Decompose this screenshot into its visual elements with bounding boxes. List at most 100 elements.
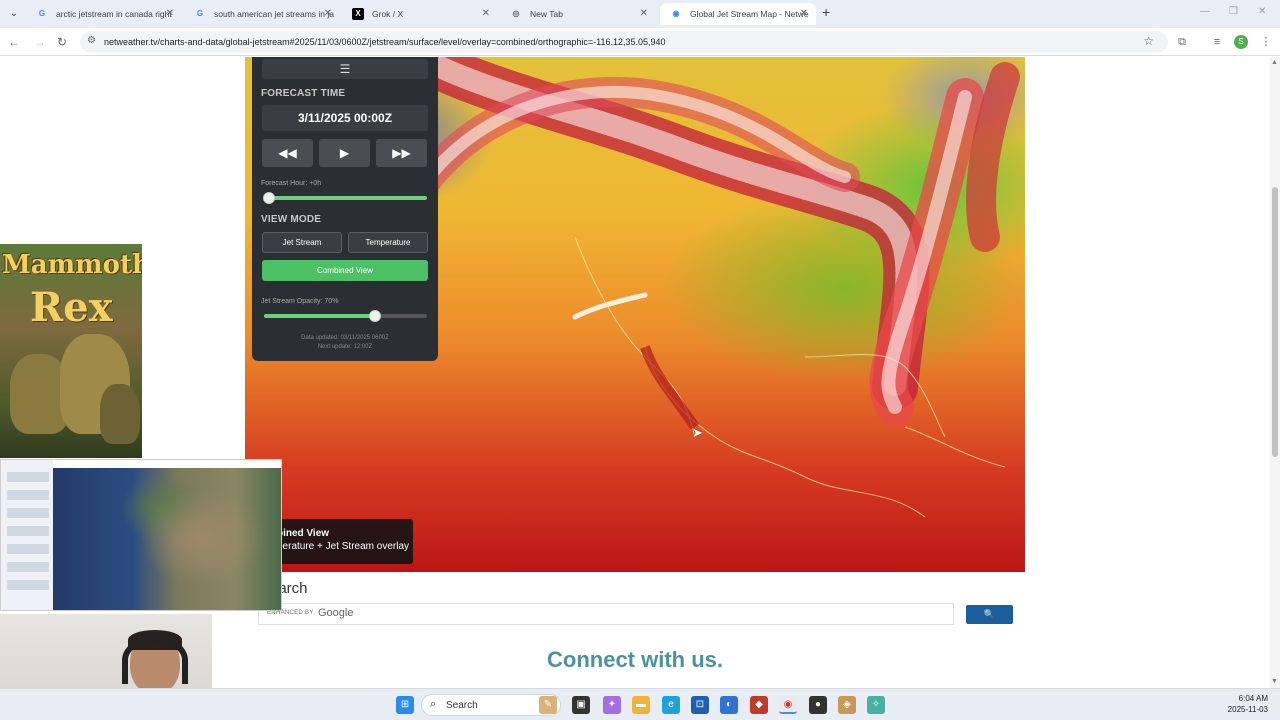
legend-subtitle: perature + Jet Stream overlay bbox=[277, 541, 410, 552]
copilot-icon[interactable]: ✦ bbox=[603, 696, 621, 714]
tab-south-american-jet-streams[interactable]: G south american jet streams in ja ✕ bbox=[184, 3, 340, 25]
x-favicon-icon: X bbox=[352, 8, 364, 20]
opacity-slider[interactable] bbox=[264, 314, 378, 318]
data-updated-text: Data updated: 03/11/2025 0600Z bbox=[301, 335, 389, 341]
close-window-icon[interactable]: ✕ bbox=[1258, 6, 1266, 17]
search-highlight-icon[interactable]: ✎ bbox=[539, 696, 557, 714]
bookmark-star-icon[interactable]: ☆ bbox=[1143, 34, 1154, 48]
clock-date: 2025-11-03 bbox=[1227, 705, 1268, 714]
pip-thumbnail bbox=[7, 490, 49, 500]
chrome-icon[interactable]: ◉ bbox=[779, 696, 797, 714]
forward-arrow-icon[interactable]: → bbox=[32, 34, 48, 50]
scrollbar-thumb[interactable] bbox=[1272, 187, 1278, 457]
site-info-icon[interactable]: ⚙ bbox=[87, 35, 96, 46]
site-favicon-icon: ◉ bbox=[672, 9, 680, 18]
google-label: Google bbox=[318, 607, 354, 619]
opacity-label: Jet Stream Opacity: 70% bbox=[261, 298, 339, 305]
windows-taskbar: ⊞ ⌕ Search ✎ ▣ ✦ ▬ e ⊡ ◐ ◆ ◉ ● ◈ ✧ 6:04 … bbox=[0, 688, 1280, 720]
tab-arctic-jetstream[interactable]: G arctic jetstream in canada right ✕ bbox=[26, 3, 182, 25]
task-view-icon[interactable]: ▣ bbox=[572, 696, 590, 714]
legend-title: bined View bbox=[277, 528, 330, 539]
voice-app-icon[interactable]: ◆ bbox=[750, 696, 768, 714]
close-tab-icon[interactable]: ✕ bbox=[640, 3, 648, 25]
app-icon-3[interactable]: ✧ bbox=[867, 696, 885, 714]
tab-strip: ⌄ G arctic jetstream in canada right ✕ G… bbox=[0, 0, 1280, 28]
forecast-time-heading: FORECAST TIME bbox=[261, 88, 346, 99]
browser-toolbar: ← → ↻ ⚙ netweather.tv/charts-and-data/gl… bbox=[0, 28, 1280, 56]
opacity-slider-knob[interactable] bbox=[369, 310, 381, 322]
mammoth-rex-ad-image[interactable]: Mammoth Rex bbox=[0, 244, 142, 458]
browser-menu-icon[interactable]: ⋮ bbox=[1258, 34, 1274, 50]
tab-title: Global Jet Stream Map - Netwe bbox=[690, 9, 809, 19]
rewind-button[interactable]: ◀◀ bbox=[262, 139, 313, 167]
play-button[interactable]: ▶ bbox=[319, 139, 370, 167]
pip-thumbnail bbox=[7, 472, 49, 482]
tab-title: Grok / X bbox=[372, 9, 404, 19]
system-clock[interactable]: 6:04 AM 2025-11-03 bbox=[1228, 693, 1268, 715]
picture-in-picture-window[interactable] bbox=[0, 459, 282, 611]
globe-icon: ◎ bbox=[512, 9, 520, 18]
extensions-icon[interactable]: ⧉ bbox=[1174, 34, 1190, 50]
google-search-input[interactable]: ENHANCED BY Google bbox=[258, 603, 954, 625]
windows-start-icon[interactable]: ⊞ bbox=[396, 696, 414, 714]
search-icon: ⌕ bbox=[430, 698, 437, 710]
tab-search-chevron-icon[interactable]: ⌄ bbox=[6, 6, 22, 22]
pip-thumbnail bbox=[7, 526, 49, 536]
map-control-panel: ☰ FORECAST TIME 3/11/2025 00:00Z ◀◀ ▶ ▶▶… bbox=[252, 57, 438, 361]
tab-title: arctic jetstream in canada right bbox=[56, 9, 172, 19]
obs-icon[interactable]: ● bbox=[809, 696, 827, 714]
jet-stream-button[interactable]: Jet Stream bbox=[262, 232, 342, 253]
view-mode-heading: VIEW MODE bbox=[261, 214, 322, 225]
combined-view-button[interactable]: Combined View bbox=[262, 260, 428, 281]
close-tab-icon[interactable]: ✕ bbox=[324, 3, 332, 25]
pip-thumbnail bbox=[7, 544, 49, 554]
tab-new-tab[interactable]: ◎ New Tab ✕ bbox=[500, 3, 656, 25]
search-icon: 🔍 bbox=[983, 609, 996, 619]
forecast-hour-label: Forecast Hour: +0h bbox=[261, 180, 322, 187]
back-arrow-icon[interactable]: ← bbox=[6, 34, 22, 50]
minimize-icon[interactable]: — bbox=[1200, 6, 1210, 17]
url-text: netweather.tv/charts-and-data/global-jet… bbox=[104, 37, 666, 47]
dinosaur-figure bbox=[100, 384, 140, 444]
profile-avatar[interactable]: S bbox=[1234, 35, 1248, 49]
close-tab-icon[interactable]: ✕ bbox=[166, 3, 174, 25]
edge-icon[interactable]: e bbox=[662, 696, 680, 714]
forecast-hour-slider[interactable] bbox=[264, 196, 427, 200]
new-tab-plus-icon[interactable]: + bbox=[822, 4, 830, 20]
address-bar[interactable]: ⚙ netweather.tv/charts-and-data/global-j… bbox=[80, 31, 1168, 53]
connect-heading: Connect with us. bbox=[547, 647, 723, 672]
store-icon[interactable]: ⊡ bbox=[691, 696, 709, 714]
pip-thumbnail bbox=[7, 580, 49, 590]
close-tab-icon[interactable]: ✕ bbox=[800, 3, 808, 25]
page-scrollbar[interactable]: ▲ ▼ bbox=[1270, 57, 1280, 688]
ad-title-line2: Rex bbox=[30, 284, 113, 331]
search-button[interactable]: 🔍 bbox=[966, 605, 1013, 624]
ad-title-line1: Mammoth bbox=[2, 250, 142, 280]
web-page: ☰ FORECAST TIME 3/11/2025 00:00Z ◀◀ ▶ ▶▶… bbox=[0, 57, 1270, 688]
tab-grok[interactable]: X Grok / X ✕ bbox=[342, 3, 498, 25]
pip-sidebar bbox=[1, 460, 53, 610]
tab-title: south american jet streams in ja bbox=[214, 9, 334, 19]
satellite-map-image bbox=[53, 468, 281, 610]
pip-thumbnail bbox=[7, 562, 49, 572]
reload-icon[interactable]: ↻ bbox=[54, 34, 70, 50]
temperature-button[interactable]: Temperature bbox=[348, 232, 428, 253]
google-favicon-icon: G bbox=[196, 9, 204, 18]
forecast-time-display: 3/11/2025 00:00Z bbox=[262, 105, 428, 131]
restore-icon[interactable]: ❐ bbox=[1229, 6, 1238, 17]
app-icon-2[interactable]: ◈ bbox=[838, 696, 856, 714]
tab-global-jet-stream-map[interactable]: ◉ Global Jet Stream Map - Netwe ✕ bbox=[660, 3, 816, 25]
file-explorer-icon[interactable]: ▬ bbox=[632, 696, 650, 714]
app-icon[interactable]: ◐ bbox=[720, 696, 738, 714]
pip-thumbnail bbox=[7, 508, 49, 518]
webcam-overlay bbox=[0, 614, 212, 688]
scroll-up-icon[interactable]: ▲ bbox=[1271, 59, 1278, 66]
scroll-down-icon[interactable]: ▼ bbox=[1271, 678, 1278, 685]
next-update-text: Next update: 12:00Z bbox=[317, 344, 373, 350]
media-control-icon[interactable]: ≡ bbox=[1209, 34, 1225, 50]
forward-button[interactable]: ▶▶ bbox=[376, 139, 427, 167]
close-tab-icon[interactable]: ✕ bbox=[482, 3, 490, 25]
mouse-cursor-icon: ➤ bbox=[692, 425, 703, 440]
panel-menu-icon[interactable]: ☰ bbox=[262, 59, 428, 79]
forecast-hour-slider-knob[interactable] bbox=[263, 192, 275, 204]
